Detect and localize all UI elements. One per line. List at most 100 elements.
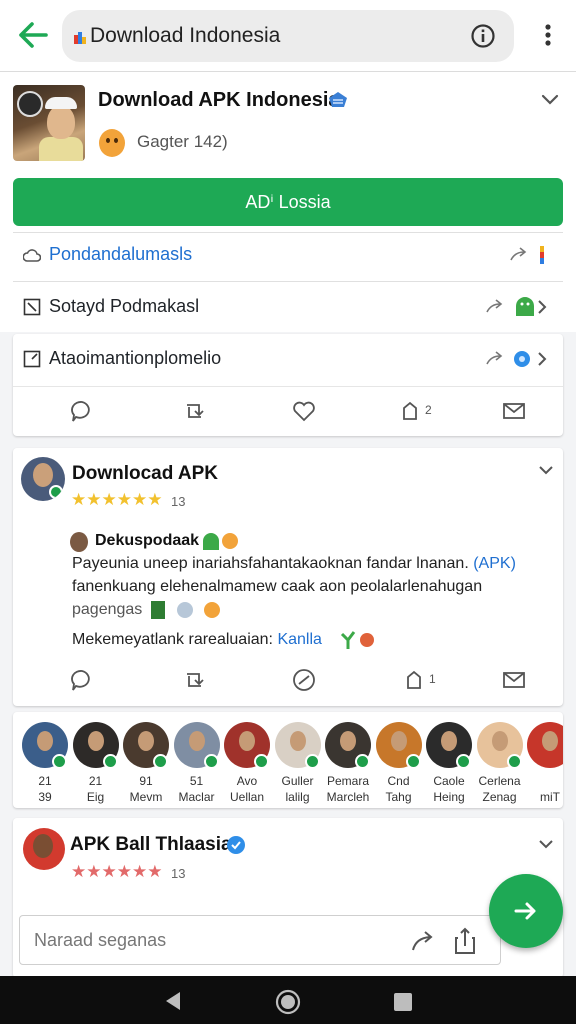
- square-slash-icon: [23, 298, 41, 316]
- comment-input[interactable]: Naraad seganas: [19, 915, 501, 965]
- share-arrow-icon[interactable]: [485, 299, 505, 315]
- status-badge: [355, 754, 370, 769]
- status-badge: [102, 754, 118, 769]
- comment-icon[interactable]: [69, 399, 95, 423]
- app-header: Download APK Indonesia Gagter 142) ADⁱ L…: [0, 72, 576, 332]
- site-icon: [74, 32, 86, 44]
- action-count: 1: [429, 672, 436, 686]
- author-avatar[interactable]: [70, 532, 88, 552]
- post-line: pagengas: [72, 601, 143, 618]
- send-fab[interactable]: [489, 874, 563, 948]
- emoji-icon: [340, 631, 374, 649]
- verified-badge-icon: [227, 836, 245, 854]
- person-item[interactable]: 21 Eig: [70, 722, 122, 808]
- share-arrow-icon[interactable]: [509, 247, 529, 263]
- chevron-right-icon[interactable]: [533, 349, 551, 369]
- person-item[interactable]: Caole Heing: [423, 722, 475, 808]
- arrow-left-icon[interactable]: [16, 20, 50, 50]
- person-label: Cerlena: [478, 774, 521, 788]
- person-item[interactable]: 21 39: [19, 722, 71, 808]
- author-name[interactable]: Dekuspodaak: [95, 532, 199, 550]
- menu-row-3[interactable]: Ataoimantionplomelio: [13, 334, 563, 384]
- arrow-right-icon: [514, 902, 536, 920]
- people-strip: 21 39 21 Eig 91 Mevm 51 Maclar Avo Uellan Guller la…: [13, 712, 563, 808]
- repost-icon[interactable]: [181, 399, 207, 423]
- post-title: Downlocad APK: [72, 463, 219, 484]
- person-item[interactable]: miT: [524, 722, 563, 808]
- status-badge: [254, 754, 269, 769]
- person-item[interactable]: Cnd Tahg: [373, 722, 425, 808]
- menu-row-1[interactable]: Pondandalumasls: [13, 230, 563, 280]
- repost-icon[interactable]: [181, 668, 207, 692]
- post-line: Payeunia uneep inariahsfahantakaoknan fa…: [72, 555, 516, 572]
- emoji-icon: [151, 601, 220, 619]
- emoji-icon: [99, 129, 125, 157]
- chevron-down-icon[interactable]: [537, 464, 555, 478]
- menu-row-2[interactable]: Sotayd Podmakasl: [13, 282, 563, 332]
- chevron-right-icon[interactable]: [533, 297, 551, 317]
- share-arrow-icon[interactable]: [410, 928, 438, 954]
- address-bar[interactable]: Download Indonesia: [62, 10, 514, 62]
- rating-count: 13: [171, 866, 186, 881]
- person-avatar: [527, 722, 563, 768]
- more-vert-icon[interactable]: [536, 20, 560, 50]
- action-count: 2: [425, 403, 432, 417]
- online-badge: [49, 485, 63, 499]
- status-badge: [153, 754, 168, 769]
- logo-badge: [17, 91, 43, 117]
- chevron-down-icon[interactable]: [537, 838, 555, 852]
- person-item[interactable]: Avo Uellan: [221, 722, 273, 808]
- mail-icon[interactable]: [501, 399, 527, 423]
- share-arrow-icon[interactable]: [485, 351, 505, 367]
- status-badge: [405, 754, 421, 769]
- address-text: Download Indonesia: [90, 24, 281, 47]
- avatar[interactable]: [23, 828, 65, 870]
- gear-icon: [514, 351, 530, 367]
- top-app-bar: Download Indonesia: [0, 0, 576, 72]
- status-badge: [52, 754, 67, 769]
- chevron-down-icon[interactable]: [540, 92, 560, 108]
- heart-icon[interactable]: [291, 399, 317, 423]
- system-nav-bar: [0, 976, 576, 1024]
- app-thumbnail[interactable]: [13, 85, 85, 161]
- kanlla-link[interactable]: Kanlla: [277, 631, 321, 648]
- color-bars-icon: [540, 246, 544, 264]
- emoji-icon: [203, 533, 238, 550]
- status-badge: [456, 754, 471, 769]
- info-icon[interactable]: [470, 23, 496, 49]
- upload-icon[interactable]: [452, 926, 478, 956]
- comment-icon[interactable]: [69, 668, 95, 692]
- post-title: APK Ball Thlaasia: [70, 834, 232, 855]
- person-sublabel: miT: [540, 790, 560, 804]
- nav-back-icon[interactable]: [162, 990, 184, 1012]
- avatar[interactable]: [21, 457, 65, 501]
- person-item[interactable]: Pemara Marcleh: [322, 722, 374, 808]
- star-rating: ★★★★★★: [71, 862, 163, 881]
- rating-count: 13: [171, 494, 186, 509]
- comment-placeholder: Naraad seganas: [34, 930, 167, 950]
- install-button[interactable]: ADⁱ Lossia: [13, 178, 563, 226]
- link-icon[interactable]: [291, 668, 317, 692]
- nav-recents-icon[interactable]: [392, 991, 414, 1013]
- status-badge: [304, 754, 320, 769]
- verified-badge-icon: [329, 92, 347, 107]
- row-label: Pondandalumasls: [49, 244, 193, 264]
- status-badge: [203, 754, 219, 769]
- row-label: Ataoimantionplomelio: [49, 348, 222, 368]
- post-card: Downlocad APK ★★★★★★ 13 Dekuspodaak Paye…: [13, 448, 563, 706]
- person-item[interactable]: 91 Mevm: [120, 722, 172, 808]
- person-item[interactable]: Guller lalilg: [272, 722, 324, 808]
- cloud-icon: [23, 249, 41, 262]
- status-badge: [506, 754, 522, 769]
- mail-icon[interactable]: [501, 668, 527, 692]
- post-line: fanenkuang elehenalmamew caak aon peolal…: [72, 578, 483, 595]
- nav-home-icon[interactable]: [274, 988, 302, 1016]
- action-bar: 2: [13, 386, 563, 436]
- star-rating: ★★★★★★: [71, 490, 163, 509]
- person-item[interactable]: Cerlena Zenag: [474, 722, 526, 808]
- row-label: Sotayd Podmakasl: [49, 296, 200, 316]
- info-card: Ataoimantionplomelio 2: [13, 334, 563, 436]
- apk-link[interactable]: (APK): [473, 555, 516, 572]
- person-item[interactable]: 51 Maclar: [171, 722, 223, 808]
- app-title: Download APK Indonesia: [98, 89, 340, 111]
